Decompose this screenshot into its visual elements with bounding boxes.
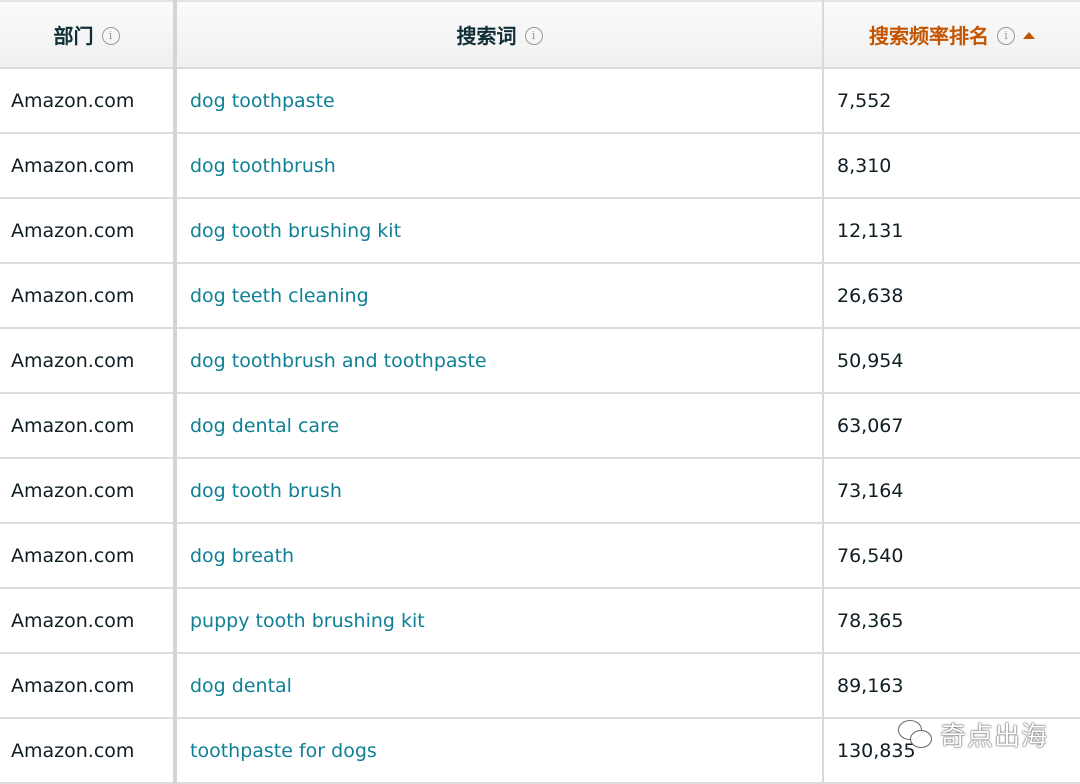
rank-cell: 12,131	[823, 198, 1080, 264]
table-row: Amazon.com dog toothpaste 7,552	[0, 68, 1080, 134]
department-cell: Amazon.com	[0, 328, 177, 394]
rank-cell: 78,365	[823, 588, 1080, 654]
table-row: Amazon.com dog breath 76,540	[0, 523, 1080, 589]
search-term-link[interactable]: puppy tooth brushing kit	[175, 588, 824, 654]
header-department-label: 部门	[53, 24, 94, 48]
rank-cell: 63,067	[823, 393, 1080, 459]
table-row: Amazon.com dog dental 89,163	[0, 653, 1080, 719]
rank-cell: 7,552	[823, 68, 1080, 134]
department-cell: Amazon.com	[0, 523, 177, 589]
search-term-link[interactable]: dog dental care	[175, 393, 824, 459]
department-cell: Amazon.com	[0, 588, 177, 654]
watermark-text: 奇点出海	[940, 722, 1049, 752]
table-row: Amazon.com dog dental care 63,067	[0, 393, 1080, 459]
header-search-frequency-rank[interactable]: 搜索频率排名 i	[823, 0, 1080, 69]
department-cell: Amazon.com	[0, 458, 177, 524]
department-cell: Amazon.com	[0, 263, 177, 329]
table-row: Amazon.com dog toothbrush and toothpaste 5…	[0, 328, 1080, 394]
info-icon[interactable]: i	[997, 26, 1015, 45]
rank-cell: 26,638	[823, 263, 1080, 329]
rank-cell: 73,164	[823, 458, 1080, 524]
search-term-link[interactable]: dog breath	[175, 523, 824, 589]
rank-cell: 8,310	[823, 133, 1080, 199]
search-term-link[interactable]: dog tooth brushing kit	[175, 198, 824, 264]
info-icon[interactable]: i	[524, 26, 543, 45]
search-term-link[interactable]: dog toothbrush	[175, 133, 824, 199]
info-icon[interactable]: i	[101, 26, 120, 45]
search-term-link[interactable]: dog toothbrush and toothpaste	[175, 328, 824, 394]
rank-cell: 50,954	[823, 328, 1080, 394]
search-terms-table: 部门 i 搜索词 i 搜索频率排名 i Amazon.com dog toothpast…	[0, 0, 1080, 784]
table-row: Amazon.com dog teeth cleaning 26,638	[0, 263, 1080, 329]
wechat-icon	[898, 719, 932, 750]
sort-asc-caret-icon[interactable]	[1023, 32, 1035, 39]
search-term-link[interactable]: dog dental	[175, 653, 824, 719]
header-rank-label: 搜索频率排名	[869, 24, 989, 48]
header-department[interactable]: 部门 i	[0, 0, 177, 69]
search-term-link[interactable]: dog teeth cleaning	[175, 263, 824, 329]
department-cell: Amazon.com	[0, 133, 177, 199]
department-cell: Amazon.com	[0, 198, 177, 264]
rank-cell: 76,540	[823, 523, 1080, 589]
department-cell: Amazon.com	[0, 718, 177, 784]
search-term-link[interactable]: toothpaste for dogs	[175, 718, 824, 784]
table-row: Amazon.com dog toothbrush 8,310	[0, 133, 1080, 199]
header-row: 部门 i 搜索词 i 搜索频率排名 i	[0, 0, 1080, 69]
table-row: Amazon.com dog tooth brush 73,164	[0, 458, 1080, 524]
table-row: Amazon.com puppy tooth brushing kit 78,365	[0, 588, 1080, 654]
header-search-term-label: 搜索词	[456, 24, 517, 48]
header-search-term[interactable]: 搜索词 i	[175, 0, 824, 69]
table-row: Amazon.com dog tooth brushing kit 12,131	[0, 198, 1080, 264]
watermark: 奇点出海	[898, 716, 1048, 753]
search-term-link[interactable]: dog toothpaste	[175, 68, 824, 134]
search-term-link[interactable]: dog tooth brush	[175, 458, 824, 524]
department-cell: Amazon.com	[0, 653, 177, 719]
department-cell: Amazon.com	[0, 393, 177, 459]
rank-cell: 89,163	[823, 653, 1080, 719]
department-cell: Amazon.com	[0, 68, 177, 134]
